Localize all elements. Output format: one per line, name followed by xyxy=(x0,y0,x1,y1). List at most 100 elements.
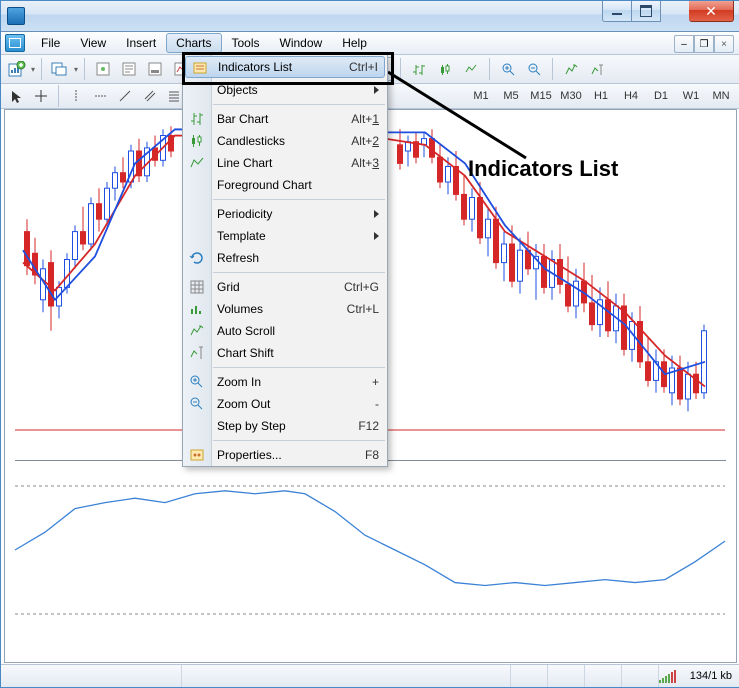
menu-item-label: Zoom Out xyxy=(217,397,270,411)
menu-shortcut: Ctrl+G xyxy=(344,280,379,294)
tf-M30[interactable]: M30 xyxy=(556,86,586,106)
window-gap xyxy=(661,1,689,21)
menu-item-label: Line Chart xyxy=(217,156,272,170)
grid-icon xyxy=(189,279,205,295)
menu-shortcut: Ctrl+L xyxy=(347,302,379,316)
navigator-button[interactable] xyxy=(117,58,141,80)
zoomout-icon xyxy=(189,396,205,412)
props-icon xyxy=(189,447,205,463)
tf-M1[interactable]: M1 xyxy=(466,86,496,106)
menu-insert[interactable]: Insert xyxy=(116,33,166,53)
hline-icon[interactable] xyxy=(89,85,111,107)
menu-item-bar-chart[interactable]: Bar Chart Alt+1 xyxy=(183,108,387,130)
menu-item-indicators-list[interactable]: Indicators List Ctrl+I xyxy=(185,56,385,78)
menu-item-label: Auto Scroll xyxy=(217,324,275,338)
mdi-minimize-button[interactable]: – xyxy=(674,35,694,53)
menu-help[interactable]: Help xyxy=(332,33,377,53)
menu-item-grid[interactable]: GridCtrl+G xyxy=(183,276,387,298)
mdi-restore-button[interactable]: ❐ xyxy=(694,35,714,53)
menu-item-template[interactable]: Template xyxy=(183,225,387,247)
line-icon xyxy=(189,155,205,171)
trendline-icon[interactable] xyxy=(114,85,136,107)
menu-item-step-by-step[interactable]: Step by Step F12 xyxy=(183,415,387,437)
terminal-button[interactable] xyxy=(143,58,167,80)
window-close-button[interactable]: ✕ xyxy=(689,1,734,22)
menu-item-properties[interactable]: Properties...F8 xyxy=(183,444,387,466)
menu-item-label: Properties... xyxy=(217,448,282,462)
zoom-in-btn[interactable] xyxy=(496,58,520,80)
line-chart-btn[interactable] xyxy=(459,58,483,80)
menu-window[interactable]: Window xyxy=(270,33,333,53)
menu-shortcut: Alt+3 xyxy=(351,156,379,170)
menu-item-auto-scroll[interactable]: Auto Scroll xyxy=(183,320,387,342)
menu-item-label: Candlesticks xyxy=(217,134,285,148)
tf-M15[interactable]: M15 xyxy=(526,86,556,106)
menu-item-label: Foreground Chart xyxy=(217,178,312,192)
menu-shortcut: Alt+2 xyxy=(351,134,379,148)
autoscroll-btn[interactable] xyxy=(559,58,583,80)
new-chart-button[interactable] xyxy=(5,58,29,80)
menu-item-candlesticks[interactable]: Candlesticks Alt+2 xyxy=(183,130,387,152)
profiles-button[interactable] xyxy=(48,58,72,80)
window-minimize-button[interactable] xyxy=(602,1,632,22)
menu-tools[interactable]: Tools xyxy=(222,33,270,53)
menu-file[interactable]: File xyxy=(31,33,70,53)
menu-item-label: Step by Step xyxy=(217,419,286,433)
menu-item-refresh[interactable]: Refresh xyxy=(183,247,387,269)
tf-H1[interactable]: H1 xyxy=(586,86,616,106)
tf-MN[interactable]: MN xyxy=(706,86,736,106)
bar-icon xyxy=(189,111,205,127)
crosshair-tool[interactable] xyxy=(29,85,51,107)
menu-item-label: Periodicity xyxy=(217,207,272,221)
window-maximize-button[interactable] xyxy=(632,1,661,22)
tf-M5[interactable]: M5 xyxy=(496,86,526,106)
tf-D1[interactable]: D1 xyxy=(646,86,676,106)
shift-icon xyxy=(189,345,205,361)
zoom-out-btn[interactable] xyxy=(522,58,546,80)
list-icon xyxy=(192,60,208,76)
menu-item-line-chart[interactable]: Line Chart Alt+3 xyxy=(183,152,387,174)
menu-item-label: Template xyxy=(217,229,266,243)
app-window: ✕ FileViewInsertChartsToolsWindowHelp – … xyxy=(0,0,739,688)
candle-chart-btn[interactable] xyxy=(433,58,457,80)
mdi-app-icon[interactable] xyxy=(5,34,25,52)
menu-item-periodicity[interactable]: Periodicity xyxy=(183,203,387,225)
market-watch-button[interactable] xyxy=(91,58,115,80)
menu-item-label: Zoom In xyxy=(217,375,261,389)
statusbar: 134/1 kb xyxy=(1,664,739,687)
menu-shortcut: - xyxy=(375,397,379,411)
vline-icon[interactable] xyxy=(65,85,87,107)
cursor-tool[interactable] xyxy=(5,85,27,107)
menu-item-foreground-chart[interactable]: Foreground Chart xyxy=(183,174,387,196)
charts-menu-dropdown: Indicators List Ctrl+I Objects Bar Chart Alt… xyxy=(182,54,388,467)
refresh-icon xyxy=(189,250,205,266)
menubar: FileViewInsertChartsToolsWindowHelp – ❐ … xyxy=(1,32,739,55)
menu-item-zoom-out[interactable]: Zoom Out - xyxy=(183,393,387,415)
bar-chart-btn[interactable] xyxy=(407,58,431,80)
menu-item-chart-shift[interactable]: Chart Shift xyxy=(183,342,387,364)
app-icon xyxy=(7,7,25,25)
traffic-indicator: 134/1 kb xyxy=(682,670,739,682)
menu-shortcut: Ctrl+I xyxy=(349,60,378,74)
menu-charts[interactable]: Charts xyxy=(166,33,221,53)
menu-item-label: Chart Shift xyxy=(217,346,274,360)
zoomin-icon xyxy=(189,374,205,390)
menu-view[interactable]: View xyxy=(70,33,116,53)
menu-shortcut: F12 xyxy=(358,419,379,433)
menu-item-label: Refresh xyxy=(217,251,259,265)
menu-shortcut: Alt+1 xyxy=(351,112,379,126)
mdi-close-button[interactable]: × xyxy=(714,35,734,53)
sub-chart xyxy=(5,462,735,644)
tf-H4[interactable]: H4 xyxy=(616,86,646,106)
menu-item-label: Bar Chart xyxy=(217,112,268,126)
menu-shortcut: + xyxy=(372,375,379,389)
channel-icon[interactable] xyxy=(138,85,160,107)
menu-item-label: Indicators List xyxy=(218,60,292,74)
menu-item-volumes[interactable]: VolumesCtrl+L xyxy=(183,298,387,320)
candle-icon xyxy=(189,133,205,149)
vol-icon xyxy=(189,301,205,317)
chartshift-btn[interactable] xyxy=(585,58,609,80)
menu-item-objects[interactable]: Objects xyxy=(183,79,387,101)
tf-W1[interactable]: W1 xyxy=(676,86,706,106)
menu-item-zoom-in[interactable]: Zoom In + xyxy=(183,371,387,393)
